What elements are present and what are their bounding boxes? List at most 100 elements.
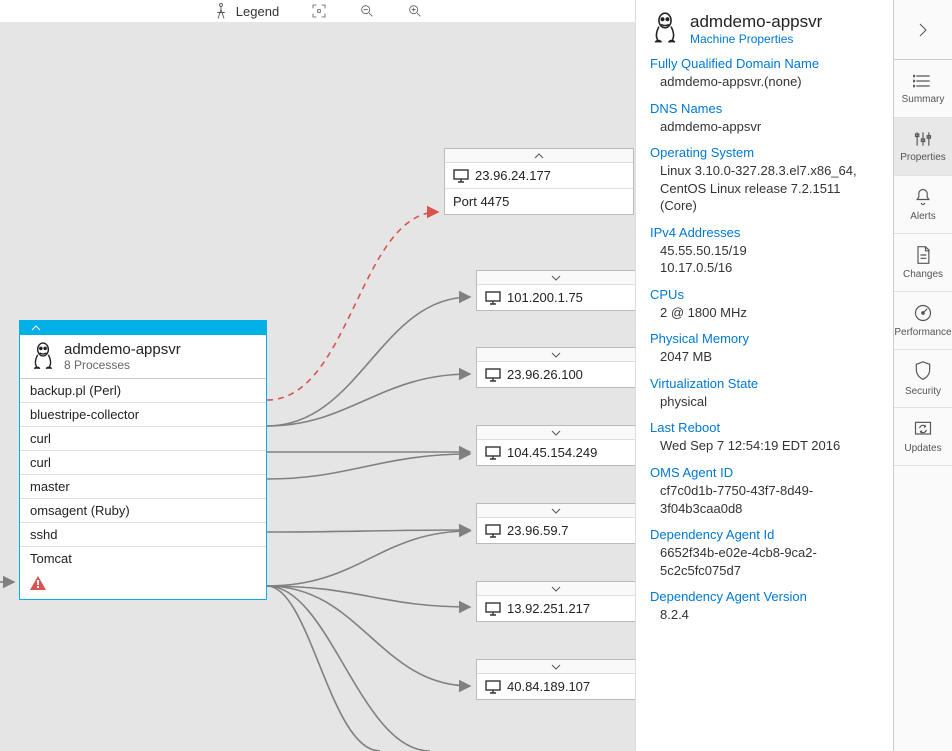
process-item[interactable]: master [20,475,266,499]
prop-value: 8.2.4 [660,606,879,624]
panel-title: admdemo-appsvr [690,12,822,32]
target-port-row[interactable]: Port 4475 [445,189,633,214]
target-ip: 23.96.59.7 [507,523,568,538]
prop-key: IPv4 Addresses [650,225,879,240]
computer-icon [485,524,501,538]
computer-icon [485,680,501,694]
chevron-down-icon [550,662,562,672]
target-expand-bar[interactable] [477,271,635,285]
prop-key: Virtualization State [650,376,879,391]
computer-icon [485,446,501,460]
target-ip: 13.92.251.217 [507,601,590,616]
chevron-up-icon [533,151,545,161]
process-item[interactable]: sshd [20,523,266,547]
process-item[interactable]: omsagent (Ruby) [20,499,266,523]
target-ip: 101.200.1.75 [507,290,583,305]
target-ip: 40.84.189.107 [507,679,590,694]
prop-key: Last Reboot [650,420,879,435]
tab-summary[interactable]: Summary [894,60,952,118]
fit-button[interactable] [311,3,327,19]
linux-icon [30,342,56,372]
tab-updates[interactable]: Updates [894,408,952,466]
target-node[interactable]: 40.84.189.107 [476,659,635,700]
prop-key: CPUs [650,287,879,302]
target-node[interactable]: 23.96.26.100 [476,347,635,388]
prop-key: OMS Agent ID [650,465,879,480]
prop-key: Fully Qualified Domain Name [650,56,879,71]
server-subtitle: 8 Processes [64,358,181,372]
process-label: bluestripe-collector [30,407,139,422]
process-list: backup.pl (Perl) bluestripe-collector cu… [20,378,266,570]
tab-alerts[interactable]: Alerts [894,176,952,234]
server-node[interactable]: admdemo-appsvr 8 Processes backup.pl (Pe… [19,320,267,600]
legend-button[interactable]: Legend [212,2,279,20]
refresh-icon [913,419,933,439]
tab-label: Summary [902,94,945,105]
server-node-header: admdemo-appsvr 8 Processes [20,335,266,378]
prop-key: Dependency Agent Version [650,589,879,604]
side-rail: Summary Properties Alerts Changes Perfor… [893,0,952,751]
prop-value: admdemo-appsvr [660,118,879,136]
target-expand-bar[interactable] [477,504,635,518]
computer-icon [485,368,501,382]
process-item[interactable]: bluestripe-collector [20,403,266,427]
tab-label: Changes [903,269,943,280]
dependency-canvas[interactable]: admdemo-appsvr 8 Processes backup.pl (Pe… [0,22,635,751]
process-item[interactable]: curl [20,451,266,475]
target-node[interactable]: 13.92.251.217 [476,581,635,622]
alert-icon [30,576,46,590]
chevron-down-icon [550,506,562,516]
target-ip: 104.45.154.249 [507,445,597,460]
computer-icon [453,169,469,183]
linux-icon [650,12,680,46]
list-icon [913,72,933,90]
chevron-right-icon [914,21,932,39]
chevron-down-icon [550,584,562,594]
process-item[interactable]: Tomcat [20,547,266,570]
tab-label: Properties [900,152,946,163]
prop-value: Wed Sep 7 12:54:19 EDT 2016 [660,437,879,455]
target-ip-row: 23.96.24.177 [445,163,633,189]
zoom-in-button[interactable] [407,3,423,19]
target-port: Port 4475 [453,194,509,209]
tab-label: Performance [894,327,951,338]
server-alert-row[interactable] [20,570,266,599]
process-label: curl [30,431,51,446]
prop-value: physical [660,393,879,411]
target-ip: 23.96.24.177 [475,168,551,183]
target-node[interactable]: 23.96.24.177 Port 4475 [444,148,634,215]
legend-label: Legend [236,4,279,19]
collapse-panel-button[interactable] [894,0,952,60]
process-item[interactable]: backup.pl (Perl) [20,379,266,403]
target-node[interactable]: 101.200.1.75 [476,270,635,311]
chevron-down-icon [550,350,562,360]
target-expand-bar[interactable] [477,582,635,596]
tab-properties[interactable]: Properties [894,118,952,176]
target-node[interactable]: 104.45.154.249 [476,425,635,466]
process-item[interactable]: curl [20,427,266,451]
computer-icon [485,602,501,616]
prop-value: 2 @ 1800 MHz [660,304,879,322]
properties-panel: admdemo-appsvr Machine Properties Fully … [635,0,893,751]
fit-icon [311,3,327,19]
target-expand-bar[interactable] [477,426,635,440]
process-label: sshd [30,527,57,542]
prop-value: 6652f34b-e02e-4cb8-9ca2-5c2c5fc075d7 [660,544,879,579]
tab-security[interactable]: Security [894,350,952,408]
zoom-out-button[interactable] [359,3,375,19]
target-expand-bar[interactable] [477,660,635,674]
target-node[interactable]: 23.96.59.7 [476,503,635,544]
tab-changes[interactable]: Changes [894,234,952,292]
chevron-up-icon [30,323,42,333]
canvas-toolbar: Legend [0,0,635,22]
prop-value: 2047 MB [660,348,879,366]
prop-key: Physical Memory [650,331,879,346]
chevron-down-icon [550,428,562,438]
prop-key: DNS Names [650,101,879,116]
tab-label: Security [905,386,941,397]
target-collapse-bar[interactable] [445,149,633,163]
server-node-collapse-bar[interactable] [20,321,266,335]
tab-performance[interactable]: Performance [894,292,952,350]
target-expand-bar[interactable] [477,348,635,362]
panel-header: admdemo-appsvr Machine Properties [650,12,879,46]
